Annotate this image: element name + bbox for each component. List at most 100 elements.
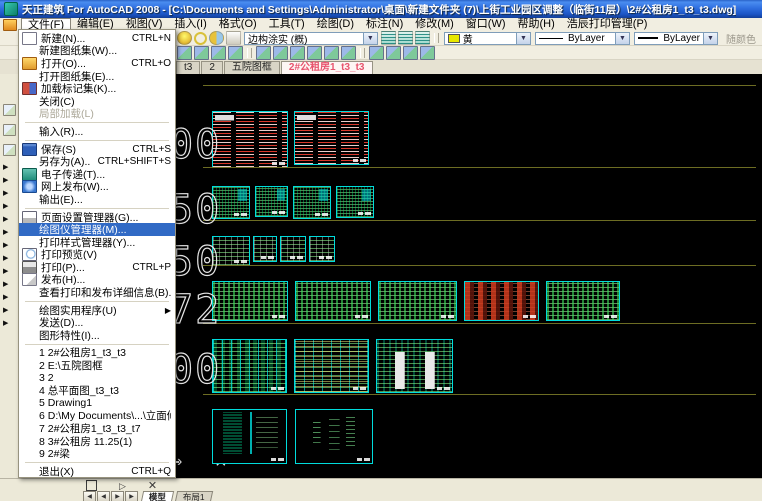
menu-item-P[interactable]: 浩辰打印管理(P) [561,18,654,31]
menu-icon-spacer [22,448,35,459]
layer-tool-icon-1[interactable] [177,46,192,60]
flyout-arrow-icon[interactable]: ▶ [3,320,16,327]
file-menu-item[interactable]: 图形特性(I)... [19,329,175,342]
publish-icon [22,273,37,286]
menu-item-H[interactable]: 帮助(H) [512,18,561,31]
app-icon [4,2,18,16]
layout-tab-模型[interactable]: 模型 [141,491,174,501]
chevron-down-icon[interactable]: ▼ [363,33,377,44]
flyout-arrow-icon[interactable]: ▶ [3,190,16,197]
layer-tool-icon-2[interactable] [194,46,209,60]
left-tool-icon-1[interactable] [3,104,16,116]
render-tool-icon-3[interactable] [415,31,430,45]
layer-tool-icon-5[interactable] [256,46,271,60]
save-icon [22,143,37,156]
menu-item-O[interactable]: 格式(O) [213,18,263,31]
flyout-arrow-icon[interactable]: ▶ [3,268,16,275]
menu-icon-spacer [22,347,35,358]
file-menu-item[interactable]: 输入(R)... [19,125,175,138]
left-tool-icon-2[interactable] [3,124,16,136]
menu-icon-spacer [22,287,35,298]
flyout-arrow-icon[interactable]: ▶ [3,294,16,301]
file-menu-item[interactable]: 9 2#梁 [19,447,175,460]
lineweight-combo[interactable]: ByLayer ▼ [634,32,718,45]
submenu-arrow-icon: ▶ [165,306,171,315]
layer-tool-icon-9[interactable] [324,46,339,60]
menu-icon-spacer [22,360,35,371]
file-menu-item[interactable]: 局部加载(L) [19,108,175,121]
dimension-number-3: 50 [169,244,221,280]
flyout-arrow-icon[interactable]: ▶ [3,281,16,288]
doc-tab-2#公租房1_t3_t3[interactable]: 2#公租房1_t3_t3 [281,61,373,74]
linetype-combo[interactable]: ByLayer ▼ [535,32,630,45]
menu-item-W[interactable]: 窗口(W) [460,18,512,31]
layer-tool-icon-14[interactable] [420,46,435,60]
tab-nav-button-3[interactable]: ▶ [111,491,124,501]
flyout-arrow-icon[interactable]: ▶ [3,255,16,262]
left-tool-icon-3[interactable] [3,144,16,156]
erase-tool-icon[interactable]: ✕ [148,481,157,491]
tab-nav-button-2[interactable]: ◀ [97,491,110,501]
menu-item-label: 输出(E)... [39,192,83,207]
visual-style-combo[interactable]: 边构涂实 (概) ▼ [244,32,378,45]
render-tool-icon-1[interactable] [381,31,396,45]
flyout-arrow-icon[interactable]: ▶ [3,177,16,184]
chevron-down-icon[interactable]: ▼ [703,33,717,44]
render-tool-icon-2[interactable] [398,31,413,45]
file-menu-item[interactable]: 查看打印和发布详细信息(B)... [19,286,175,299]
rectangle-tool-icon[interactable] [86,480,97,491]
section-label-design-notes: 设计说明 [211,88,275,112]
toolbar-grip[interactable] [360,48,365,58]
color-combo[interactable]: 黄 ▼ [444,32,531,45]
layer-tool-icon-10[interactable] [341,46,356,60]
chevron-down-icon[interactable]: ▼ [516,33,530,44]
light-bulb-icon[interactable] [177,31,192,45]
layer-tool-icon-4[interactable] [228,46,243,60]
menu-item-T[interactable]: 工具(T) [263,18,311,31]
flyout-arrow-icon[interactable]: ▶ [3,216,16,223]
layer-tool-icon-7[interactable] [290,46,305,60]
file-menu-item[interactable]: 2 E:\五院图框 [19,359,175,372]
menu-item-D[interactable]: 绘图(D) [311,18,360,31]
flyout-arrow-icon[interactable]: ▶ [3,164,16,171]
flyout-arrow-icon[interactable]: ▶ [3,242,16,249]
layer-tool-icon-11[interactable] [369,46,384,60]
tab-nav-button-1[interactable]: ◀ [83,491,96,501]
half-shade-icon[interactable] [209,31,224,45]
sheet-row-details [212,236,335,266]
arrow-tool-icon[interactable]: ▷ [119,481,126,491]
flyout-arrow-icon[interactable]: ▶ [3,307,16,314]
circle-style-icon[interactable] [194,32,207,45]
flyout-arrow-icon[interactable]: ▶ [3,229,16,236]
layer-tool-icon-6[interactable] [273,46,288,60]
layer-tool-icon-3[interactable] [211,46,226,60]
file-menu-item[interactable]: 退出(X)CTRL+Q [19,465,175,478]
file-menu-item[interactable]: 4 总平面图_t3_t3 [19,384,175,397]
drawing-sheet-floor-plans-5 [546,281,620,321]
plot-style-label: 随颜色 [720,31,762,46]
doc-tab-t3[interactable]: t3 [176,61,200,74]
menu-icon-spacer [22,305,35,316]
drawing-sheet-unit-enlarged-plans-2 [255,186,288,217]
layer-tool-icon-8[interactable] [307,46,322,60]
chevron-down-icon[interactable]: ▼ [615,33,629,44]
drawing-canvas[interactable]: ›× 设计说明单元放大图大样图门窗表平面图立面图剖面图0050507200 [83,74,762,478]
flyout-arrow-icon[interactable]: ▶ [3,203,16,210]
menu-icon-spacer [22,194,35,205]
menu-icon-spacer [22,423,35,434]
layer-tool-icon-13[interactable] [403,46,418,60]
toolbar-grip[interactable] [247,48,252,58]
layer-tool-icon-12[interactable] [386,46,401,60]
layout-tab-布局1[interactable]: 布局1 [175,491,213,501]
file-menu-item[interactable]: 输出(E)... [19,193,175,206]
lineweight-sample [638,37,658,39]
toolbar-grip[interactable] [434,33,439,43]
box-style-icon[interactable] [226,31,241,45]
menu-item-N[interactable]: 标注(N) [360,18,409,31]
tab-nav-button-4[interactable]: ▶ [125,491,138,501]
doc-tab-2[interactable]: 2 [201,61,223,74]
menu-item-M[interactable]: 修改(M) [409,18,460,31]
tarch-menu-icon[interactable] [3,19,17,31]
doc-tab-五院图框[interactable]: 五院图框 [224,61,280,74]
sheet-row-floor-plans [212,281,620,321]
